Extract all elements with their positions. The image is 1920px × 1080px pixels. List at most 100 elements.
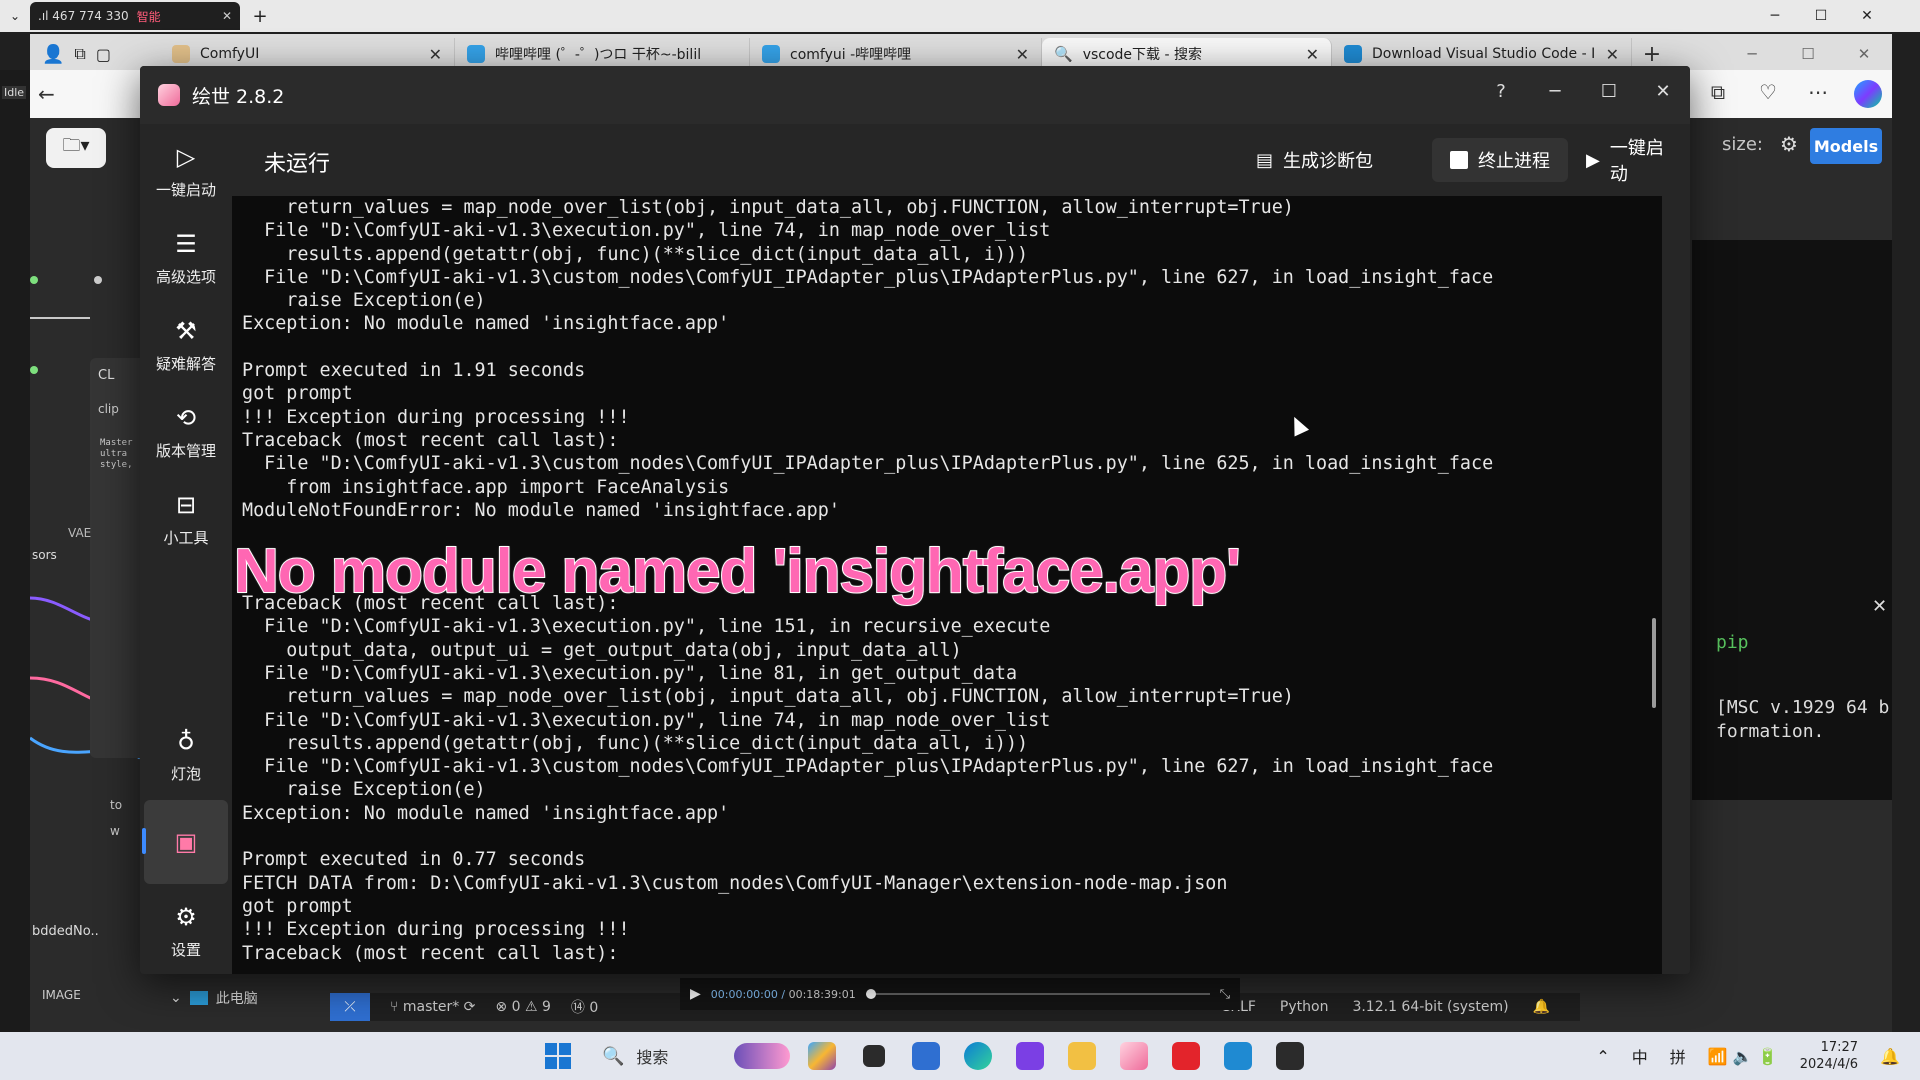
- youdao-icon[interactable]: [1166, 1036, 1206, 1076]
- maximize-icon[interactable]: ☐: [1798, 0, 1844, 32]
- close-icon[interactable]: ✕: [429, 45, 442, 64]
- play-icon: ▷: [176, 142, 196, 171]
- active-indicator: [142, 828, 146, 854]
- vscode-icon[interactable]: [1218, 1036, 1258, 1076]
- copilot-icon[interactable]: [1854, 80, 1882, 113]
- stop-process-button[interactable]: 终止进程: [1432, 138, 1568, 182]
- ime-mode[interactable]: 中: [1632, 1044, 1648, 1068]
- mini-tab[interactable]: .ıl 467 774 330 智能 ✕: [30, 2, 240, 30]
- sidebar-item-bulb[interactable]: ♁ 灯泡: [144, 716, 228, 794]
- file-explorer-icon[interactable]: [1062, 1036, 1102, 1076]
- sidebar-item-settings[interactable]: ⚙ 设置: [144, 892, 228, 970]
- maximize-icon[interactable]: ☐: [1582, 66, 1636, 116]
- browser-tabbar: 👤 ⧉ ▢ ComfyUI ✕ 哔哩哔哩 (゜-゜)つロ 干杯~-bilil c…: [30, 34, 1892, 70]
- play-icon: ▶: [1586, 149, 1600, 171]
- minimize-icon[interactable]: ─: [1752, 0, 1798, 32]
- launcher-window-controls: ? ─ ☐ ✕: [1474, 66, 1690, 116]
- windows-taskbar: 🔍 搜索 ⌃ 中 拼 📶 🔈 🔋 17:27 2024/4/6 🔔: [0, 1032, 1920, 1080]
- close-icon[interactable]: ✕: [1844, 0, 1890, 32]
- collections-icon[interactable]: ⧉: [1704, 80, 1732, 113]
- chevron-up-icon[interactable]: ⌃: [1596, 1047, 1609, 1066]
- store-icon[interactable]: [906, 1036, 946, 1076]
- minimize-icon[interactable]: ─: [1528, 66, 1582, 116]
- task-view-icon[interactable]: [854, 1036, 894, 1076]
- search-icon: 🔍: [602, 1045, 625, 1067]
- close-icon[interactable]: ✕: [1306, 45, 1319, 64]
- app-title: 绘世 2.8.2: [192, 86, 285, 108]
- diagnostics-button[interactable]: ▤ 生成诊断包: [1238, 138, 1391, 182]
- sidebar-item-troubleshoot[interactable]: ⚒ 疑难解答: [144, 306, 228, 384]
- stop-icon: [1450, 151, 1468, 169]
- sidebar-item-advanced[interactable]: ☰ 高级选项: [144, 219, 228, 297]
- top-strip: ⌄ .ıl 467 774 330 智能 ✕ +: [0, 0, 1920, 32]
- comfyui-right-area: size: ⚙ Models ✕ pip [MSC v.1929 64 b fo…: [1692, 118, 1892, 918]
- seek-bar[interactable]: [865, 989, 1210, 999]
- copilot-taskbar-icon[interactable]: [802, 1036, 842, 1076]
- language-status[interactable]: Python: [1280, 999, 1329, 1015]
- scrollbar-thumb[interactable]: [1652, 618, 1656, 708]
- models-button[interactable]: Models: [1810, 128, 1882, 164]
- app-purple-icon[interactable]: [1010, 1036, 1050, 1076]
- taskbar-search[interactable]: 🔍 搜索: [590, 1037, 790, 1075]
- ime-pinyin[interactable]: 拼: [1670, 1044, 1686, 1068]
- sidebar-item-quick-start[interactable]: ▷ 一键启动: [144, 132, 228, 210]
- gear-icon[interactable]: ⚙: [1780, 132, 1798, 156]
- size-label: size:: [1722, 134, 1763, 155]
- tools-icon: ⚒: [175, 316, 197, 345]
- browser-toolbar-icons: ⧉ ♡ ⋯: [1704, 80, 1882, 113]
- remote-icon[interactable]: ⤫: [330, 993, 370, 1021]
- launcher-sidebar: ▷ 一键启动 ☰ 高级选项 ⚒ 疑难解答 ⟲ 版本管理 ⊟ 小工具 ♁ 灯泡 ▣…: [140, 124, 232, 974]
- explorer-label: 此电脑: [215, 991, 258, 1007]
- tab-actions-icon[interactable]: ▢: [96, 45, 111, 64]
- network-sound-battery-icons[interactable]: 📶 🔈 🔋: [1708, 1047, 1778, 1066]
- notification-bell-icon[interactable]: 🔔: [1880, 1047, 1900, 1066]
- edge-icon[interactable]: [958, 1036, 998, 1076]
- close-icon[interactable]: ✕: [222, 9, 232, 23]
- back-arrow-icon[interactable]: ←: [38, 82, 55, 106]
- folder-menu-button[interactable]: 🗀▾: [46, 128, 106, 168]
- browser-window-controls: ─ ☐ ✕: [1724, 38, 1892, 70]
- bilibili-favicon-icon: [762, 45, 780, 63]
- help-icon[interactable]: ?: [1474, 66, 1528, 116]
- profile-icon[interactable]: 👤: [42, 44, 64, 65]
- start-button[interactable]: [538, 1036, 578, 1076]
- node-dot: [30, 366, 38, 374]
- branch-status[interactable]: ⑂ master* ⟳: [390, 999, 475, 1015]
- new-tab-button[interactable]: +: [240, 6, 280, 27]
- terminal-taskbar-icon[interactable]: [1270, 1036, 1310, 1076]
- close-icon[interactable]: ✕: [1016, 45, 1029, 64]
- fullscreen-exit-icon[interactable]: ⤡: [1220, 987, 1230, 1002]
- maximize-icon[interactable]: ☐: [1780, 38, 1836, 70]
- windows-logo-icon: [545, 1043, 571, 1069]
- problems-status[interactable]: ⊗ 0 ⚠ 9: [495, 999, 550, 1015]
- sidebar-item-versions[interactable]: ⟲ 版本管理: [144, 393, 228, 471]
- bell-icon[interactable]: 🔔: [1533, 999, 1550, 1015]
- huishi-app-icon[interactable]: [1114, 1036, 1154, 1076]
- sidebar-item-tools[interactable]: ⊟ 小工具: [144, 480, 228, 558]
- chevron-down-icon[interactable]: ⌄: [0, 9, 30, 23]
- quick-start-button[interactable]: ▶ 一键启动: [1568, 138, 1690, 185]
- tab-title: comfyui -哔哩哔哩: [790, 47, 912, 63]
- sidebar-item-label: 灯泡: [170, 764, 201, 783]
- close-icon[interactable]: ✕: [1872, 596, 1887, 617]
- video-player-bar: ▶ 00:00:00:00 / 00:18:39:01 ⤡: [680, 978, 1240, 1010]
- close-icon[interactable]: ✕: [1636, 66, 1690, 116]
- clock[interactable]: 17:27 2024/4/6: [1800, 1039, 1858, 1073]
- tab-title: vscode下载 - 搜索: [1082, 47, 1202, 63]
- taskbar-apps: 🔍 搜索: [538, 1036, 1310, 1076]
- minimize-icon[interactable]: ─: [1724, 38, 1780, 70]
- node-dot: [94, 276, 102, 284]
- collections-icon[interactable]: ⧉: [74, 44, 85, 64]
- explorer-this-pc[interactable]: ⌄ 此电脑: [170, 988, 258, 1008]
- sidebar-item-console[interactable]: ▣: [142, 800, 228, 884]
- close-icon[interactable]: ✕: [1836, 38, 1892, 70]
- interpreter-status[interactable]: 3.12.1 64-bit (system): [1352, 999, 1508, 1015]
- health-icon[interactable]: ♡: [1754, 80, 1782, 113]
- ports-status[interactable]: ⑭ 0: [571, 997, 598, 1017]
- seek-handle[interactable]: [865, 989, 876, 999]
- more-icon[interactable]: ⋯: [1804, 80, 1832, 113]
- launcher-titlebar: 绘世 2.8.2 ? ─ ☐ ✕: [140, 66, 1690, 124]
- play-icon[interactable]: ▶: [690, 986, 701, 1002]
- button-label: 终止进程: [1478, 151, 1550, 172]
- close-icon[interactable]: ✕: [1606, 45, 1619, 64]
